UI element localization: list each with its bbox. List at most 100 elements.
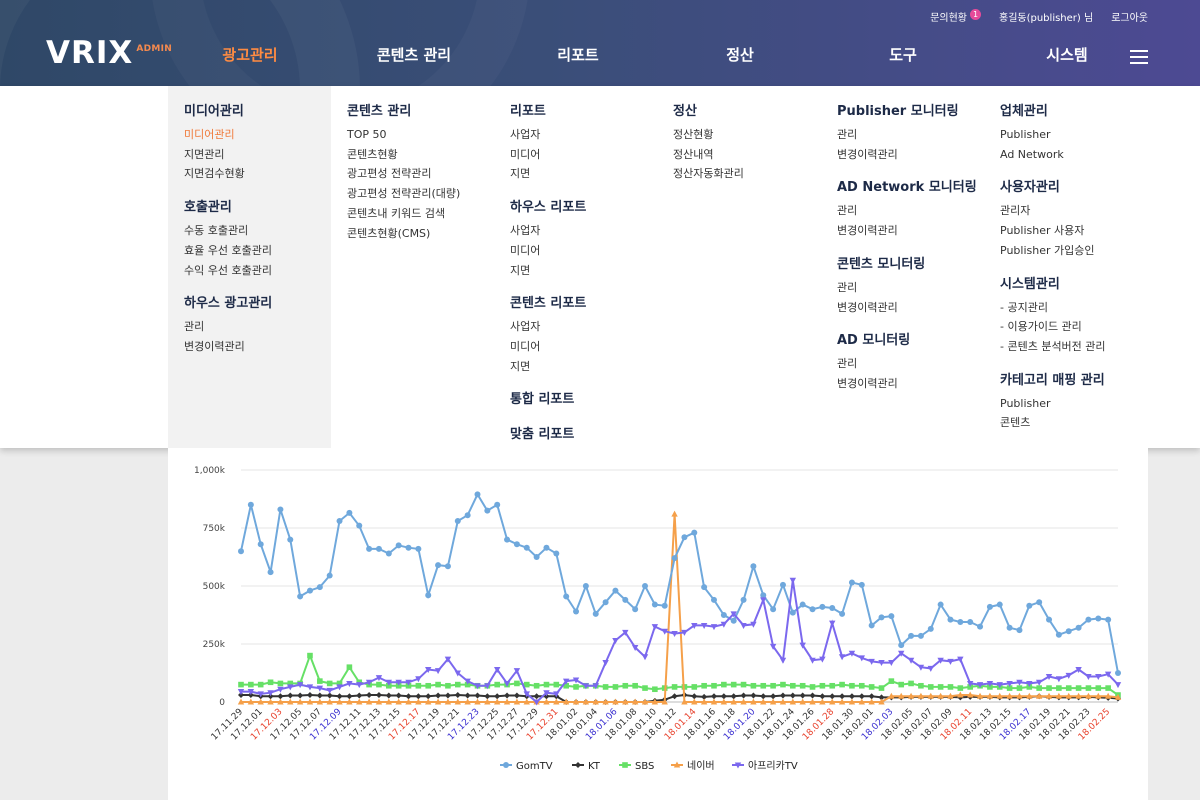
menu-group-title[interactable]: 콘텐츠 모니터링 <box>837 253 984 272</box>
menu-group-title[interactable]: Publisher 모니터링 <box>837 100 984 119</box>
inquiry-label: 문의현황 <box>930 13 967 24</box>
data-point <box>730 693 737 700</box>
menu-group-title[interactable]: 시스템관리 <box>1000 273 1200 292</box>
menu-item[interactable]: 지면 <box>510 357 657 377</box>
menu-group-title[interactable]: 통합 리포트 <box>510 388 657 407</box>
menu-group-title[interactable]: 사용자관리 <box>1000 176 1200 195</box>
menu-item[interactable]: Publisher <box>1000 125 1200 145</box>
data-point <box>839 681 845 688</box>
menu-item[interactable]: 수동 호출관리 <box>184 221 331 241</box>
menu-item[interactable]: 관리 <box>184 317 331 337</box>
data-point <box>1075 685 1082 691</box>
menu-group-title[interactable]: 미디어관리 <box>184 100 331 119</box>
menu-group-title[interactable]: 카테고리 매핑 관리 <box>1000 369 1200 388</box>
menu-item[interactable]: 변경이력관리 <box>837 374 984 394</box>
menu-item[interactable]: 지면 <box>510 261 657 281</box>
menu-item[interactable]: 미디어 <box>510 145 657 165</box>
menu-item[interactable]: 콘텐츠내 키워드 검색 <box>347 204 494 224</box>
data-point <box>1056 685 1062 691</box>
data-point <box>543 544 550 551</box>
menu-item[interactable]: - 공지관리 <box>1000 298 1200 318</box>
menu-item[interactable]: 지면검수현황 <box>184 164 331 184</box>
menu-group-title[interactable]: 정산 <box>673 100 821 119</box>
nav-item-4[interactable]: 도구 <box>889 44 917 65</box>
series-line-0 <box>240 492 1119 674</box>
menu-item[interactable]: 미디어 <box>510 241 657 261</box>
menu-group-title[interactable]: 맞춤 리포트 <box>510 423 657 442</box>
menu-item[interactable]: 변경이력관리 <box>837 298 984 318</box>
menu-item[interactable]: 효율 우선 호출관리 <box>184 241 331 261</box>
data-point <box>375 545 382 552</box>
menu-item[interactable]: 콘텐츠현황 <box>347 145 494 165</box>
menu-group-title[interactable]: 콘텐츠 리포트 <box>510 292 657 311</box>
menu-item[interactable]: Publisher 사용자 <box>1000 221 1200 241</box>
menu-group-title[interactable]: AD 모니터링 <box>837 329 984 348</box>
inquiry-link[interactable]: 문의현황 1 <box>930 9 981 24</box>
menu-group: AD 모니터링관리 변경이력관리 <box>837 329 984 393</box>
data-point <box>947 684 954 690</box>
data-point <box>671 555 678 562</box>
menu-item[interactable]: 변경이력관리 <box>837 145 984 165</box>
menu-group-title[interactable]: AD Network 모니터링 <box>837 176 984 195</box>
menu-item[interactable]: 콘텐츠 <box>1000 413 1200 433</box>
data-point <box>395 542 402 549</box>
menu-item[interactable]: 변경이력관리 <box>837 221 984 241</box>
menu-item[interactable]: Ad Network <box>1000 145 1200 165</box>
menu-item[interactable]: Publisher 가입승인 <box>1000 241 1200 261</box>
data-point <box>553 681 560 688</box>
menu-item[interactable]: 지면 <box>510 164 657 184</box>
data-point <box>306 692 313 699</box>
data-point <box>602 599 609 606</box>
menu-item[interactable]: 정산내역 <box>673 145 821 165</box>
data-point <box>297 692 304 699</box>
user-name[interactable]: 홍길동(publisher) 님 <box>999 9 1093 24</box>
menu-group-title[interactable]: 하우스 리포트 <box>510 196 657 215</box>
menu-column-2: 리포트 사업자 미디어 지면 하우스 리포트 사업자 미디어 지면 콘텐츠 리포트 사업자 미디어 지… <box>494 86 657 448</box>
data-point <box>405 693 412 700</box>
nav-item-1[interactable]: 콘텐츠 관리 <box>377 44 451 65</box>
menu-item[interactable]: 관리 <box>837 201 984 221</box>
nav-item-5[interactable]: 시스템 <box>1046 44 1087 65</box>
menu-item[interactable]: 정산자동화관리 <box>673 164 821 184</box>
nav-item-3[interactable]: 정산 <box>726 44 754 65</box>
menu-item[interactable]: 콘텐츠현황(CMS) <box>347 224 494 244</box>
menu-item[interactable]: 변경이력관리 <box>184 337 331 357</box>
data-point <box>908 632 915 639</box>
menu-item[interactable]: - 콘텐츠 분석버전 관리 <box>1000 337 1200 357</box>
hamburger-menu-icon[interactable] <box>1130 50 1148 64</box>
menu-item[interactable]: 관리 <box>837 125 984 145</box>
menu-group-title[interactable]: 콘텐츠 관리 <box>347 100 494 119</box>
menu-item[interactable]: 지면관리 <box>184 145 331 165</box>
menu-item[interactable]: - 이용가이드 관리 <box>1000 317 1200 337</box>
menu-item[interactable]: 사업자 <box>510 125 657 145</box>
nav-item-2[interactable]: 리포트 <box>557 44 598 65</box>
menu-group-title[interactable]: 리포트 <box>510 100 657 119</box>
menu-group-title[interactable]: 호출관리 <box>184 196 331 215</box>
data-point <box>247 501 254 508</box>
data-point <box>553 550 560 557</box>
menu-item[interactable]: Publisher <box>1000 394 1200 414</box>
logout-link[interactable]: 로그아웃 <box>1111 9 1148 24</box>
menu-item[interactable]: 미디어 <box>510 337 657 357</box>
menu-group-title[interactable]: 하우스 광고관리 <box>184 292 331 311</box>
menu-group-title[interactable]: 업체관리 <box>1000 100 1200 119</box>
menu-item[interactable]: 수익 우선 호출관리 <box>184 261 331 281</box>
menu-item[interactable]: 관리자 <box>1000 201 1200 221</box>
data-point <box>691 529 698 536</box>
data-point <box>799 601 806 608</box>
data-point <box>878 685 885 691</box>
nav-item-0[interactable]: 광고관리 <box>222 44 277 65</box>
menu-item[interactable]: TOP 50 <box>347 125 494 145</box>
data-point <box>721 681 727 688</box>
data-point <box>336 518 343 525</box>
menu-item[interactable]: 관리 <box>837 354 984 374</box>
menu-item[interactable]: 사업자 <box>510 221 657 241</box>
menu-item[interactable]: 사업자 <box>510 317 657 337</box>
menu-item[interactable]: 미디어관리 <box>184 125 331 145</box>
data-point <box>996 601 1003 608</box>
menu-item[interactable]: 광고편성 전략관리 <box>347 164 494 184</box>
menu-group: 미디어관리 미디어관리 지면관리 지면검수현황 <box>184 100 331 184</box>
menu-item[interactable]: 광고편성 전략관리(대량) <box>347 184 494 204</box>
menu-item[interactable]: 관리 <box>837 278 984 298</box>
menu-item[interactable]: 정산현황 <box>673 125 821 145</box>
